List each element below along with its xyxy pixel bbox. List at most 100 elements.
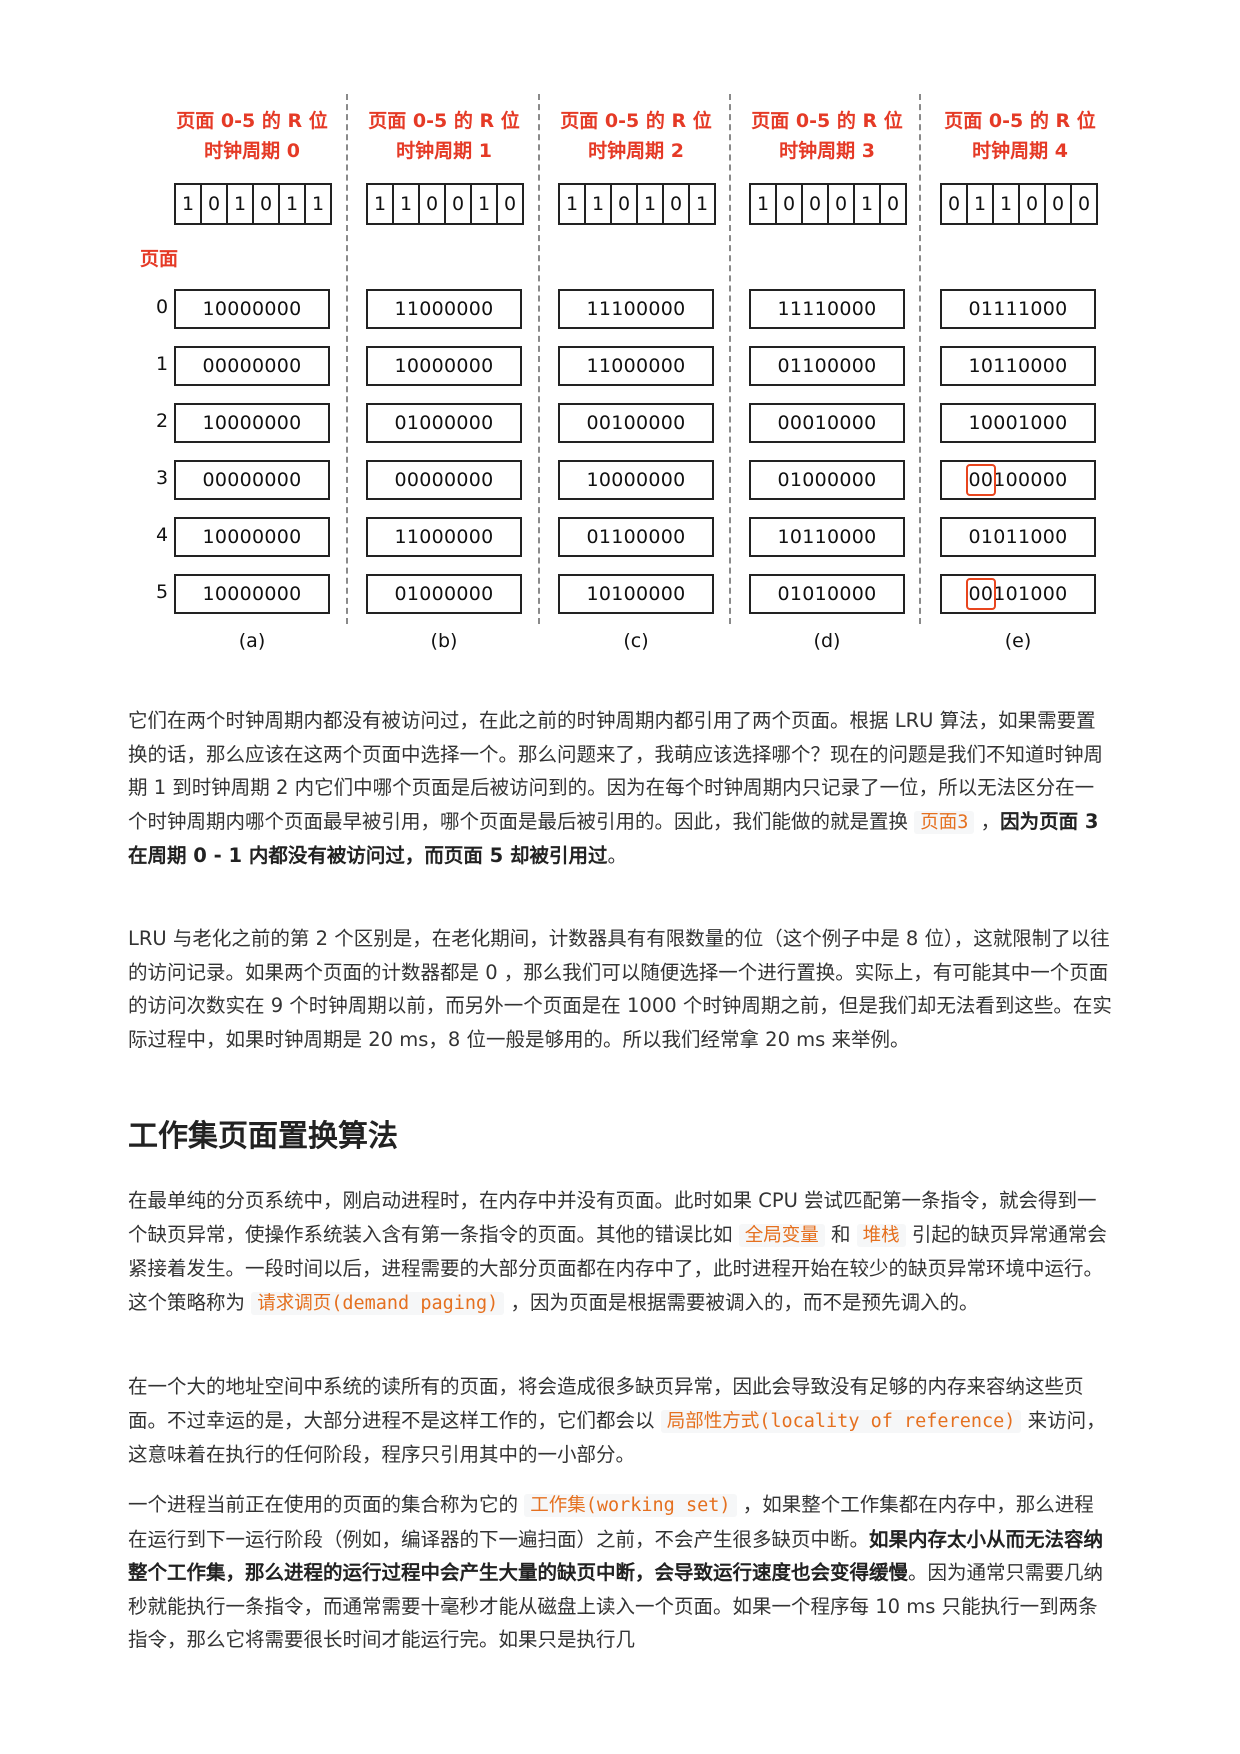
inline-code: 请求调页(demand paging) — [251, 1291, 505, 1315]
counter-box: 01000000 — [366, 403, 522, 443]
counter-box: 11000000 — [366, 289, 522, 329]
counter-box: 10000000 — [174, 403, 330, 443]
column-title: 页面 0-5 的 R 位 — [751, 110, 903, 132]
r-bit: 0 — [420, 185, 446, 223]
r-bit: 0 — [1046, 185, 1072, 223]
column-caption: (b) — [430, 630, 458, 652]
r-bit: 0 — [777, 185, 803, 223]
column-subtitle: 时钟周期 4 — [972, 140, 1068, 162]
counter-box: 10110000 — [940, 346, 1096, 386]
page-axis-label: 页面 — [140, 248, 179, 270]
column-title: 页面 0-5 的 R 位 — [560, 110, 712, 132]
counter-box: 10000000 — [366, 346, 522, 386]
column-caption: (d) — [813, 630, 841, 652]
row-index: 5 — [155, 581, 169, 603]
r-bit: 0 — [446, 185, 472, 223]
r-bit: 0 — [829, 185, 855, 223]
highlight-box — [966, 578, 996, 610]
r-bit: 1 — [586, 185, 612, 223]
counter-box: 01011000 — [940, 517, 1096, 557]
r-bit: 1 — [176, 185, 202, 223]
paragraph: 在一个大的地址空间中系统的读所有的页面，将会造成很多缺页异常，因此会导致没有足够… — [128, 1375, 1106, 1466]
row-index: 1 — [155, 353, 169, 375]
column-title: 页面 0-5 的 R 位 — [176, 110, 328, 132]
counter-box: 00000000 — [174, 460, 330, 500]
counter-box: 11000000 — [366, 517, 522, 557]
counter-box: 11100000 — [558, 289, 714, 329]
r-bit: 0 — [202, 185, 228, 223]
r-bit: 0 — [612, 185, 638, 223]
r-bits-row: 1 0 1 0 1 1 — [174, 183, 332, 225]
counter-box: 00000000 — [174, 346, 330, 386]
counter-box: 01000000 — [366, 574, 522, 614]
r-bit: 1 — [280, 185, 306, 223]
r-bit: 1 — [368, 185, 394, 223]
inline-code: 页面3 — [914, 810, 975, 834]
r-bits-row: 1 0 0 0 1 0 — [749, 183, 907, 225]
section-heading: 工作集页面置换算法 — [128, 1119, 398, 1154]
column-separator — [538, 94, 540, 624]
inline-code: 局部性方式(locality of reference) — [660, 1409, 1022, 1433]
counter-box: 01111000 — [940, 289, 1096, 329]
r-bit: 1 — [472, 185, 498, 223]
column-caption: (c) — [623, 630, 649, 652]
r-bit: 1 — [695, 193, 709, 215]
highlight-box — [966, 464, 996, 496]
paragraph: 在最单纯的分页系统中，刚启动进程时，在内存中并没有页面。此时如果 CPU 尝试匹… — [128, 1189, 1107, 1315]
counter-box: 11000000 — [558, 346, 714, 386]
row-index: 0 — [155, 296, 169, 318]
counter-box: 10100000 — [558, 574, 714, 614]
r-bit: 1 — [638, 185, 664, 223]
column-caption: (a) — [238, 630, 266, 652]
r-bits-row: 1 1 0 0 1 0 — [366, 183, 524, 225]
column-subtitle: 时钟周期 3 — [779, 140, 875, 162]
counter-box: 01010000 — [749, 574, 905, 614]
counter-box: 00101000 — [940, 574, 1096, 614]
r-bit: 0 — [503, 193, 517, 215]
column-caption: (e) — [1004, 630, 1032, 652]
r-bit: 0 — [254, 185, 280, 223]
r-bit: 0 — [1077, 193, 1091, 215]
column-separator — [729, 94, 731, 624]
r-bit: 1 — [311, 193, 325, 215]
r-bit: 0 — [886, 193, 900, 215]
counter-box: 01000000 — [749, 460, 905, 500]
r-bit: 0 — [803, 185, 829, 223]
r-bit: 1 — [751, 185, 777, 223]
column-title: 页面 0-5 的 R 位 — [368, 110, 520, 132]
r-bit: 1 — [228, 185, 254, 223]
r-bit: 1 — [855, 185, 881, 223]
column-subtitle: 时钟周期 0 — [204, 140, 300, 162]
inline-code: 堆栈 — [856, 1223, 906, 1247]
counter-box: 10000000 — [174, 289, 330, 329]
column-subtitle: 时钟周期 1 — [396, 140, 492, 162]
r-bit: 1 — [560, 185, 586, 223]
paragraph: 一个进程当前正在使用的页面的集合称为它的 工作集(working set) ，如… — [128, 1493, 1104, 1651]
counter-box: 10110000 — [749, 517, 905, 557]
counter-box: 10001000 — [940, 403, 1096, 443]
row-index: 2 — [155, 410, 169, 432]
column-separator — [919, 94, 921, 624]
counter-box: 11110000 — [749, 289, 905, 329]
column-title: 页面 0-5 的 R 位 — [944, 110, 1096, 132]
counter-box: 01100000 — [558, 517, 714, 557]
counter-box: 10000000 — [558, 460, 714, 500]
row-index: 4 — [155, 524, 169, 546]
inline-code: 工作集(working set) — [524, 1494, 737, 1517]
counter-box: 10000000 — [174, 574, 330, 614]
counter-box: 00010000 — [749, 403, 905, 443]
r-bit: 0 — [942, 185, 968, 223]
column-separator — [346, 94, 348, 624]
r-bit: 0 — [664, 185, 690, 223]
paragraph: 它们在两个时钟周期内都没有被访问过，在此之前的时钟周期内都引用了两个页面。根据 … — [128, 709, 1104, 867]
r-bit: 1 — [968, 185, 994, 223]
r-bit: 0 — [1020, 185, 1046, 223]
counter-box: 00100000 — [558, 403, 714, 443]
counter-box: 00000000 — [366, 460, 522, 500]
paragraph: LRU 与老化之前的第 2 个区别是，在老化期间，计数器具有有限数量的位（这个例… — [128, 927, 1112, 1051]
counter-box: 00100000 — [940, 460, 1096, 500]
r-bit: 1 — [994, 185, 1020, 223]
counter-box: 01100000 — [749, 346, 905, 386]
inline-code: 全局变量 — [738, 1223, 825, 1247]
row-index: 3 — [155, 467, 169, 489]
